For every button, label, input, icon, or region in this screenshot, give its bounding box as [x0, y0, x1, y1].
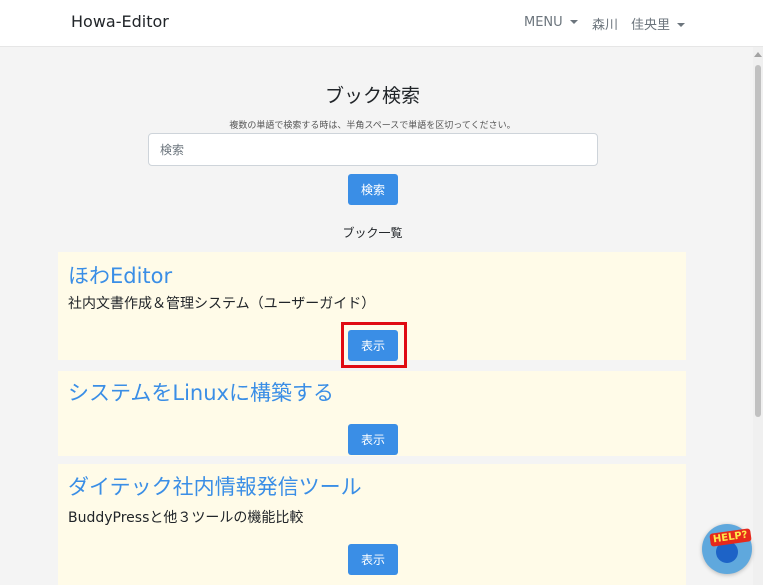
book-subtitle: BuddyPressと他３ツールの機能比較	[68, 510, 304, 526]
show-book-button[interactable]: 表示	[348, 544, 398, 575]
caret-down-icon	[569, 20, 578, 24]
search-input[interactable]	[148, 133, 598, 166]
user-dropdown[interactable]: 森川 佳央里	[592, 14, 686, 33]
menu-label: MENU	[524, 15, 563, 30]
scroll-up-arrow-icon[interactable]	[754, 52, 762, 57]
search-hint: 複数の単語で検索する時は、半角スペースで単語を区切ってください。	[229, 121, 516, 131]
user-name: 森川 佳央里	[592, 18, 671, 33]
page-title: ブック検索	[324, 85, 420, 107]
top-navbar: Howa-Editor MENU 森川 佳央里	[0, 0, 763, 47]
book-card: ほわEditor 社内文書作成＆管理システム（ユーザーガイド） 表示	[58, 252, 686, 361]
scrollbar-thumb[interactable]	[755, 65, 761, 417]
search-button[interactable]: 検索	[348, 174, 398, 205]
help-button[interactable]: HELP?	[702, 524, 752, 574]
book-title[interactable]: システムをLinuxに構築する	[68, 377, 334, 407]
help-label: HELP?	[709, 528, 752, 547]
book-card: システムをLinuxに構築する 表示	[58, 371, 686, 456]
book-subtitle: 社内文書作成＆管理システム（ユーザーガイド）	[68, 296, 376, 312]
menu-dropdown[interactable]: MENU	[524, 15, 578, 30]
book-list-heading: ブック一覧	[342, 226, 403, 240]
brand-logo[interactable]: Howa-Editor	[71, 12, 169, 31]
show-book-button[interactable]: 表示	[348, 330, 398, 361]
vertical-scrollbar[interactable]	[753, 47, 763, 585]
caret-down-icon	[677, 23, 686, 27]
show-book-button[interactable]: 表示	[348, 424, 398, 455]
book-title[interactable]: ほわEditor	[68, 260, 172, 290]
book-card: ダイテック社内情報発信ツール BuddyPressと他３ツールの機能比較 表示	[58, 464, 686, 585]
book-title[interactable]: ダイテック社内情報発信ツール	[68, 471, 362, 501]
